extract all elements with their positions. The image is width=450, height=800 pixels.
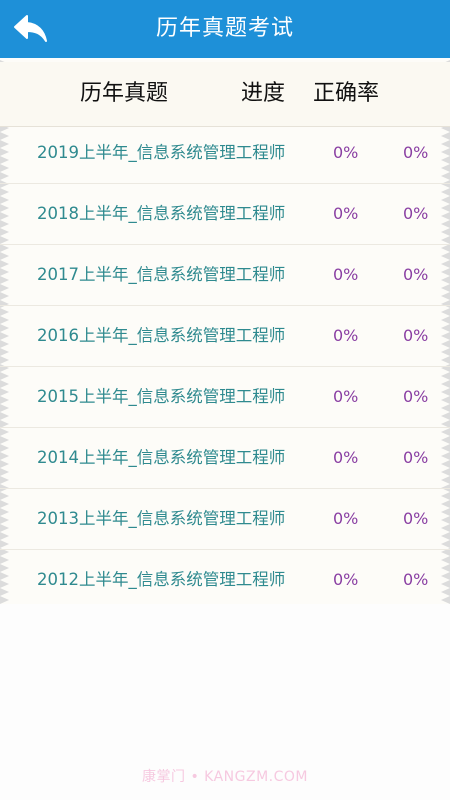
exam-progress: 0% [333, 570, 359, 589]
exam-progress: 0% [333, 387, 359, 406]
exam-accuracy: 0% [403, 265, 429, 284]
exam-accuracy: 0% [403, 143, 429, 162]
exam-progress: 0% [333, 326, 359, 345]
exam-accuracy: 0% [403, 509, 429, 528]
exam-accuracy: 0% [403, 326, 429, 345]
table-row[interactable]: 2015上半年_信息系统管理工程师 0% 0% [0, 367, 450, 428]
exam-progress: 0% [333, 265, 359, 284]
exam-name: 2014上半年_信息系统管理工程师 [37, 448, 286, 467]
exam-progress: 0% [333, 509, 359, 528]
table-row[interactable]: 2012上半年_信息系统管理工程师 0% 0% [0, 550, 450, 610]
exam-accuracy: 0% [403, 448, 429, 467]
table-header: 历年真题 进度 正确率 [0, 62, 450, 127]
app-bar: 历年真题考试 [0, 0, 450, 58]
exam-progress: 0% [333, 448, 359, 467]
table-row[interactable]: 2016上半年_信息系统管理工程师 0% 0% [0, 306, 450, 367]
watermark: 康掌门 • KANGZM.COM [142, 769, 308, 785]
exam-list: 2019上半年_信息系统管理工程师 0% 0% 2018上半年_信息系统管理工程… [0, 123, 450, 610]
table-row[interactable]: 2017上半年_信息系统管理工程师 0% 0% [0, 245, 450, 306]
exam-accuracy: 0% [403, 204, 429, 223]
table-row[interactable]: 2014上半年_信息系统管理工程师 0% 0% [0, 428, 450, 489]
table-row[interactable]: 2013上半年_信息系统管理工程师 0% 0% [0, 489, 450, 550]
exam-name: 2013上半年_信息系统管理工程师 [37, 509, 286, 528]
exam-name: 2012上半年_信息系统管理工程师 [37, 570, 286, 589]
exam-accuracy: 0% [403, 387, 429, 406]
exam-table-panel: 历年真题 进度 正确率 2019上半年_信息系统管理工程师 0% 0% 2018… [0, 60, 450, 604]
exam-progress: 0% [333, 143, 359, 162]
table-row[interactable]: 2019上半年_信息系统管理工程师 0% 0% [0, 123, 450, 184]
page-title: 历年真题考试 [155, 16, 294, 41]
header-title: 历年真题 [80, 81, 169, 106]
exam-name: 2019上半年_信息系统管理工程师 [37, 143, 286, 162]
exam-name: 2017上半年_信息系统管理工程师 [37, 265, 286, 284]
header-progress: 进度 [241, 81, 286, 106]
header-accuracy: 正确率 [313, 81, 380, 106]
table-row[interactable]: 2018上半年_信息系统管理工程师 0% 0% [0, 184, 450, 245]
exam-name: 2016上半年_信息系统管理工程师 [37, 326, 286, 345]
exam-name: 2018上半年_信息系统管理工程师 [37, 204, 286, 223]
exam-name: 2015上半年_信息系统管理工程师 [37, 387, 286, 406]
exam-progress: 0% [333, 204, 359, 223]
exam-accuracy: 0% [403, 570, 429, 589]
